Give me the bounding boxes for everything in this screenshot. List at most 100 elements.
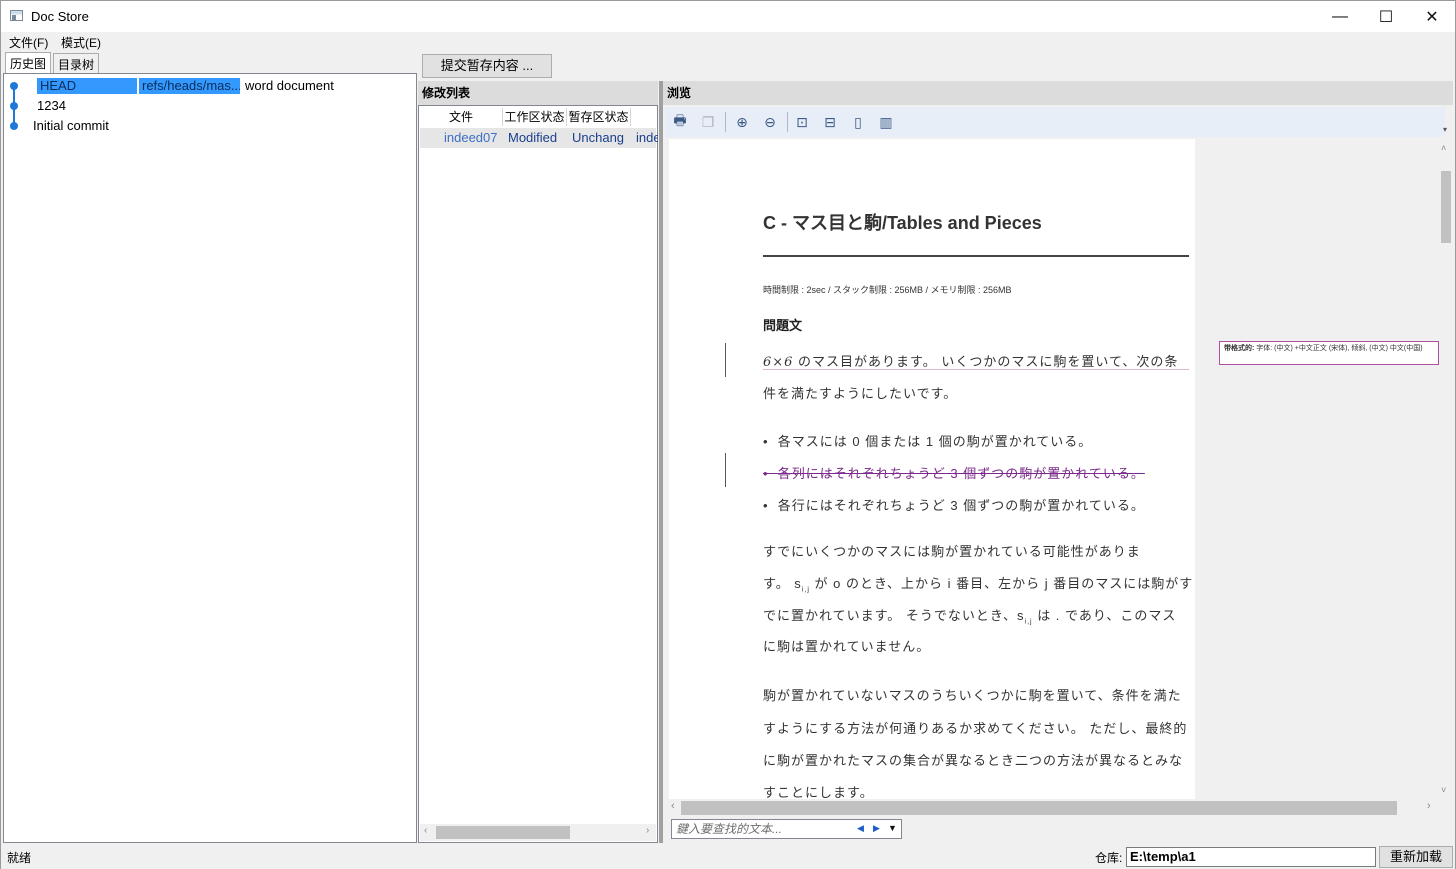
two-page-icon[interactable]: ▥ (877, 113, 895, 131)
scroll-down-icon[interactable]: ˅ (1441, 785, 1446, 795)
fit-width-icon[interactable]: ⊟ (821, 113, 839, 131)
format-comment-balloon[interactable]: 带格式的: 字体: (中文) +中文正文 (宋体), 倾斜, (中文) 中文(中… (1219, 341, 1439, 365)
find-options-icon[interactable]: ▼ (888, 823, 897, 833)
commit-dot (10, 82, 18, 90)
doc-text: のマス目があります。 いくつかのマスに駒を置いて、次の条 (793, 354, 1179, 369)
doc-text: は . であり、このマス (1032, 608, 1177, 623)
app-window: Doc Store — ☐ ✕ 文件(F) 模式(E) 历史图 目录树 HEAD… (0, 0, 1456, 869)
repo-path-input[interactable]: E:\temp\a1 (1126, 847, 1376, 867)
extra-cell: inde (636, 130, 658, 145)
change-bar (725, 343, 726, 377)
viewer-toolbar: 🖶 ❐ ⊕ ⊖ ⊡ ⊟ ▯ ▥ ▾ (665, 107, 1447, 137)
maximize-button[interactable]: ☐ (1363, 1, 1409, 32)
menu-file[interactable]: 文件(F) (9, 33, 48, 52)
doc-paragraph: に駒が置かれたマスの集合が異なるとき二つの方法が異なるとみな (763, 753, 1184, 768)
comment-connector (763, 369, 1189, 370)
scroll-left-icon[interactable]: ‹ (671, 800, 675, 812)
list-item-text: 各列にはそれぞれちょうど 3 個ずつの駒が置かれている。 (777, 466, 1145, 481)
table-row[interactable]: indeed07 Modified Unchang inde (420, 128, 658, 148)
deleted-list-item: • 各列にはそれぞれちょうど 3 個ずつの駒が置かれている。 (763, 466, 1145, 481)
document-vscrollbar[interactable]: ˄ ˅ (1439, 139, 1453, 799)
doc-paragraph: でに置かれています。 そうでないとき、si,j は . であり、このマス (763, 605, 1176, 626)
subscript: i,j (801, 586, 810, 594)
doc-paragraph: 6×6 のマス目があります。 いくつかのマスに駒を置いて、次の条 (763, 351, 1178, 370)
doc-text: でに置かれています。 そうでないとき、s (763, 608, 1025, 623)
commit-dot (10, 122, 18, 130)
changes-header: 修改列表 (418, 81, 658, 105)
single-page-icon[interactable]: ▯ (849, 113, 867, 131)
menu-mode[interactable]: 模式(E) (61, 33, 101, 52)
scroll-right-icon[interactable]: › (1427, 800, 1431, 812)
viewer-header: 浏览 (663, 81, 1453, 105)
commit-message[interactable]: word document (245, 77, 334, 95)
column-header-index[interactable]: 暂存区状态 (567, 108, 631, 126)
doc-text: が o のとき、上から i 番目、左から j 番目のマスには駒がす (809, 576, 1194, 591)
doc-paragraph: すでにいくつかのマスには駒が置かれている可能性がありま (763, 544, 1141, 559)
fit-page-icon[interactable]: ⊡ (793, 113, 811, 131)
doc-title: C - マス目と駒/Tables and Pieces (763, 213, 1042, 233)
window-title: Doc Store (31, 9, 89, 24)
list-item-text: 各行にはそれぞれちょうど 3 個ずつの駒が置かれている。 (777, 498, 1145, 513)
copy-icon[interactable]: ❐ (699, 113, 717, 131)
find-next-icon[interactable]: ▶ (873, 823, 880, 834)
changes-list: 文件 工作区状态 暂存区状态 indeed07 Modified Unchang… (418, 105, 658, 843)
reload-button[interactable]: 重新加载 (1379, 846, 1453, 868)
find-prev-icon[interactable]: ◀ (857, 823, 864, 834)
document-page: C - マス目と駒/Tables and Pieces 時間制限 : 2sec … (669, 139, 1195, 799)
viewer-panel: 浏览 🖶 ❐ ⊕ ⊖ ⊡ ⊟ ▯ ▥ ▾ C - マス目と駒/Tables an… (663, 81, 1455, 843)
document-area: C - マス目と駒/Tables and Pieces 時間制限 : 2sec … (667, 139, 1441, 799)
scroll-up-icon[interactable]: ˄ (1441, 143, 1446, 153)
doc-heading: 問題文 (763, 318, 803, 333)
status-bar: 就绪 仓库: E:\temp\a1 重新加载 (1, 844, 1455, 869)
toolbar-divider (725, 112, 726, 132)
changes-hscrollbar[interactable]: ‹ › (420, 824, 656, 841)
worktree-status-cell: Modified (508, 130, 558, 145)
status-text: 就绪 (7, 851, 32, 865)
file-cell: indeed07 (444, 130, 498, 145)
tab-tree[interactable]: 目录树 (53, 53, 99, 73)
list-item-text: 各マスには 0 個または 1 個の駒が置かれている。 (777, 434, 1093, 449)
toolbar-divider (787, 112, 788, 132)
commit-row[interactable]: Initial commit (33, 117, 109, 135)
column-header-worktree[interactable]: 工作区状态 (503, 108, 567, 126)
zoom-in-icon[interactable]: ⊕ (733, 113, 751, 131)
subscript: i,j (1024, 618, 1033, 626)
scroll-thumb[interactable] (1441, 171, 1451, 243)
zoom-out-icon[interactable]: ⊖ (761, 113, 779, 131)
print-icon[interactable]: 🖶 (671, 112, 689, 131)
scroll-right-icon[interactable]: › (646, 825, 649, 836)
comment-label: 带格式的: (1224, 345, 1255, 352)
doc-paragraph: す。 si,j が o のとき、上から i 番目、左から j 番目のマスには駒が… (763, 573, 1193, 594)
tab-history[interactable]: 历史图 (5, 52, 51, 73)
doc-limits: 時間制限 : 2sec / スタック制限 : 256MB / メモリ制限 : 2… (763, 285, 1012, 295)
find-input[interactable]: 鍵入要查找的文本... (671, 819, 902, 839)
doc-text: す。 s (763, 576, 802, 591)
document-hscrollbar[interactable]: ‹ › (667, 799, 1439, 817)
scroll-thumb[interactable] (436, 826, 570, 839)
commit-row[interactable]: 1234 (37, 97, 66, 115)
comment-text: 字体: (中文) +中文正文 (宋体), 倾斜, (中文) 中文(中国) (1256, 345, 1423, 352)
minimize-button[interactable]: — (1317, 1, 1363, 32)
math-size: 6×6 (763, 355, 794, 370)
list-item: • 各マスには 0 個または 1 個の駒が置かれている。 (763, 434, 1093, 449)
toolbar-overflow-icon[interactable]: ▾ (1443, 125, 1447, 134)
title-bar: Doc Store — ☐ ✕ (1, 1, 1455, 32)
history-panel: HEAD refs/heads/mas... word document 123… (3, 73, 417, 843)
head-ref-badge[interactable]: HEAD (37, 78, 137, 94)
commit-staged-button[interactable]: 提交暂存内容 ... (422, 54, 552, 78)
commit-dot (10, 102, 18, 110)
title-rule (763, 255, 1189, 257)
column-header-file[interactable]: 文件 (420, 108, 503, 126)
doc-paragraph: に駒は置かれていません。 (763, 639, 931, 654)
index-status-cell: Unchang (572, 130, 625, 145)
scroll-thumb[interactable] (681, 801, 1397, 815)
branch-ref-badge[interactable]: refs/heads/mas... (139, 78, 240, 94)
change-bar (725, 453, 726, 487)
menu-bar: 文件(F) 模式(E) (1, 32, 1455, 52)
close-button[interactable]: ✕ (1409, 1, 1455, 32)
app-icon (10, 10, 23, 21)
repo-label: 仓库: (1095, 851, 1123, 865)
scroll-left-icon[interactable]: ‹ (424, 825, 427, 836)
doc-paragraph: すようにする方法が何通りあるか求めてください。 ただし、最終的 (763, 721, 1188, 736)
list-item: • 各行にはそれぞれちょうど 3 個ずつの駒が置かれている。 (763, 498, 1145, 513)
